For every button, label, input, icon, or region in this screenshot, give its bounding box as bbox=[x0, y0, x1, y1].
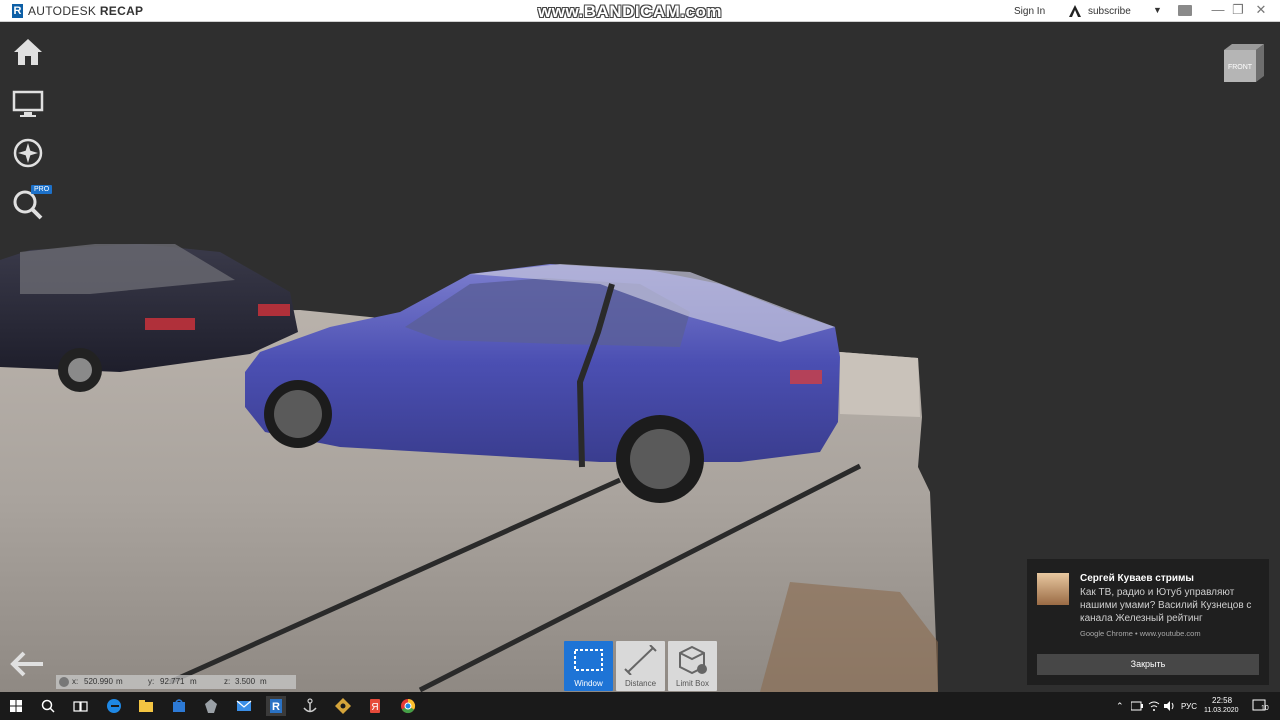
recording-watermark: www.BANDICAM.com bbox=[538, 2, 722, 21]
app-title-brand: AUTODESK bbox=[28, 4, 97, 18]
recap-taskbar-icon[interactable]: R bbox=[266, 696, 286, 716]
file-explorer-icon[interactable] bbox=[136, 696, 156, 716]
language-indicator[interactable]: РУС bbox=[1181, 702, 1197, 711]
coordinates-icon bbox=[59, 677, 69, 687]
distance-icon bbox=[624, 645, 657, 675]
coordinates-readout: x: 520.990 m y: 92.771 m z: 3.500 m bbox=[56, 675, 296, 689]
dark-car-taillight bbox=[145, 318, 195, 330]
x-value: 520.990 bbox=[84, 677, 113, 686]
store-icon[interactable] bbox=[169, 696, 189, 716]
subscribe-link[interactable]: subscribe bbox=[1088, 6, 1131, 17]
pro-badge: PRO bbox=[31, 185, 53, 194]
app-title-product: RECAP bbox=[99, 4, 144, 18]
toast-notification[interactable]: Сергей Куваев стримы Как ТВ, радио и Юту… bbox=[1027, 559, 1269, 685]
window-select-icon bbox=[574, 649, 603, 671]
autodesk-logo-icon bbox=[1069, 5, 1081, 17]
game-app-icon[interactable] bbox=[201, 696, 221, 716]
minimize-icon[interactable]: — bbox=[1209, 2, 1227, 17]
windows-taskbar: R Я ⌃ РУС 22:58 11.03.2020 10 bbox=[0, 692, 1280, 720]
sign-in-link[interactable]: Sign In bbox=[1014, 6, 1045, 17]
view-cube-face-label: FRONT bbox=[1228, 64, 1253, 71]
recap-logo-icon: R bbox=[12, 4, 23, 18]
chevron-down-icon[interactable]: ▼ bbox=[1153, 5, 1162, 15]
view-cube[interactable]: FRONT bbox=[1222, 42, 1266, 84]
clock-time[interactable]: 22:58 bbox=[1212, 696, 1232, 705]
y-label: y: bbox=[148, 677, 155, 686]
dark-car-wheel-rim bbox=[68, 358, 92, 382]
dark-car-taillight bbox=[258, 304, 290, 316]
window-select-label: Window bbox=[574, 679, 603, 688]
notification-title: Сергей Куваев стримы bbox=[1080, 573, 1194, 584]
y-value: 92.771 bbox=[160, 677, 185, 686]
svg-text:R: R bbox=[272, 701, 280, 713]
volume-icon[interactable] bbox=[1163, 700, 1175, 712]
battery-icon[interactable] bbox=[1131, 701, 1143, 711]
y-unit: m bbox=[190, 677, 197, 686]
tray-expand-icon[interactable]: ⌃ bbox=[1116, 701, 1124, 712]
navigation-compass-icon[interactable] bbox=[10, 135, 46, 171]
task-view-icon[interactable] bbox=[70, 696, 90, 716]
window-select-button[interactable]: Window bbox=[564, 641, 613, 691]
x-unit: m bbox=[116, 677, 123, 686]
notification-source: Google Chrome • www.youtube.com bbox=[1080, 629, 1201, 638]
z-unit: m bbox=[260, 677, 267, 686]
svg-text:Я: Я bbox=[371, 702, 378, 713]
x-label: x: bbox=[72, 677, 79, 686]
message-icon[interactable] bbox=[1178, 5, 1192, 16]
back-arrow-icon[interactable] bbox=[10, 650, 46, 678]
chrome-icon[interactable] bbox=[398, 696, 418, 716]
edge-browser-icon[interactable] bbox=[104, 696, 124, 716]
notification-body: Как ТВ, радио и Ютуб управляют нашими ум… bbox=[1080, 587, 1252, 624]
limit-box-icon bbox=[679, 645, 707, 675]
display-icon[interactable] bbox=[10, 86, 46, 122]
title-bar: R AUTODESK RECAP www.BANDICAM.com Sign I… bbox=[0, 0, 1280, 22]
z-value: 3.500 bbox=[235, 677, 256, 686]
diamond-app-icon[interactable] bbox=[333, 696, 353, 716]
anchor-app-icon[interactable] bbox=[300, 696, 320, 716]
app-title: AUTODESK RECAP bbox=[28, 4, 143, 18]
z-label: z: bbox=[224, 677, 231, 686]
blue-car-front-wheel-rim bbox=[274, 390, 322, 438]
limit-box-button[interactable]: Limit Box bbox=[668, 641, 717, 691]
blue-car-rear-wheel-rim bbox=[630, 429, 690, 489]
windows-start-icon[interactable] bbox=[6, 696, 26, 716]
sidewalk-strip bbox=[840, 352, 920, 417]
notification-count-badge: 10 bbox=[1261, 705, 1269, 712]
maximize-icon[interactable]: ❐ bbox=[1229, 2, 1247, 18]
distance-button[interactable]: Distance bbox=[616, 641, 665, 691]
notification-close-button[interactable]: Закрыть bbox=[1037, 654, 1259, 675]
blue-car-taillight bbox=[790, 370, 822, 384]
search-icon[interactable] bbox=[38, 696, 58, 716]
mail-icon[interactable] bbox=[234, 696, 254, 716]
network-icon[interactable] bbox=[1148, 700, 1160, 712]
limit-box-label: Limit Box bbox=[676, 679, 709, 688]
clock-date[interactable]: 11.03.2020 bbox=[1204, 707, 1239, 714]
distance-label: Distance bbox=[624, 679, 657, 688]
home-icon[interactable] bbox=[10, 34, 46, 70]
close-icon[interactable]: ✕ bbox=[1252, 2, 1270, 18]
notification-avatar bbox=[1037, 573, 1069, 605]
yandex-browser-icon[interactable]: Я bbox=[365, 696, 385, 716]
